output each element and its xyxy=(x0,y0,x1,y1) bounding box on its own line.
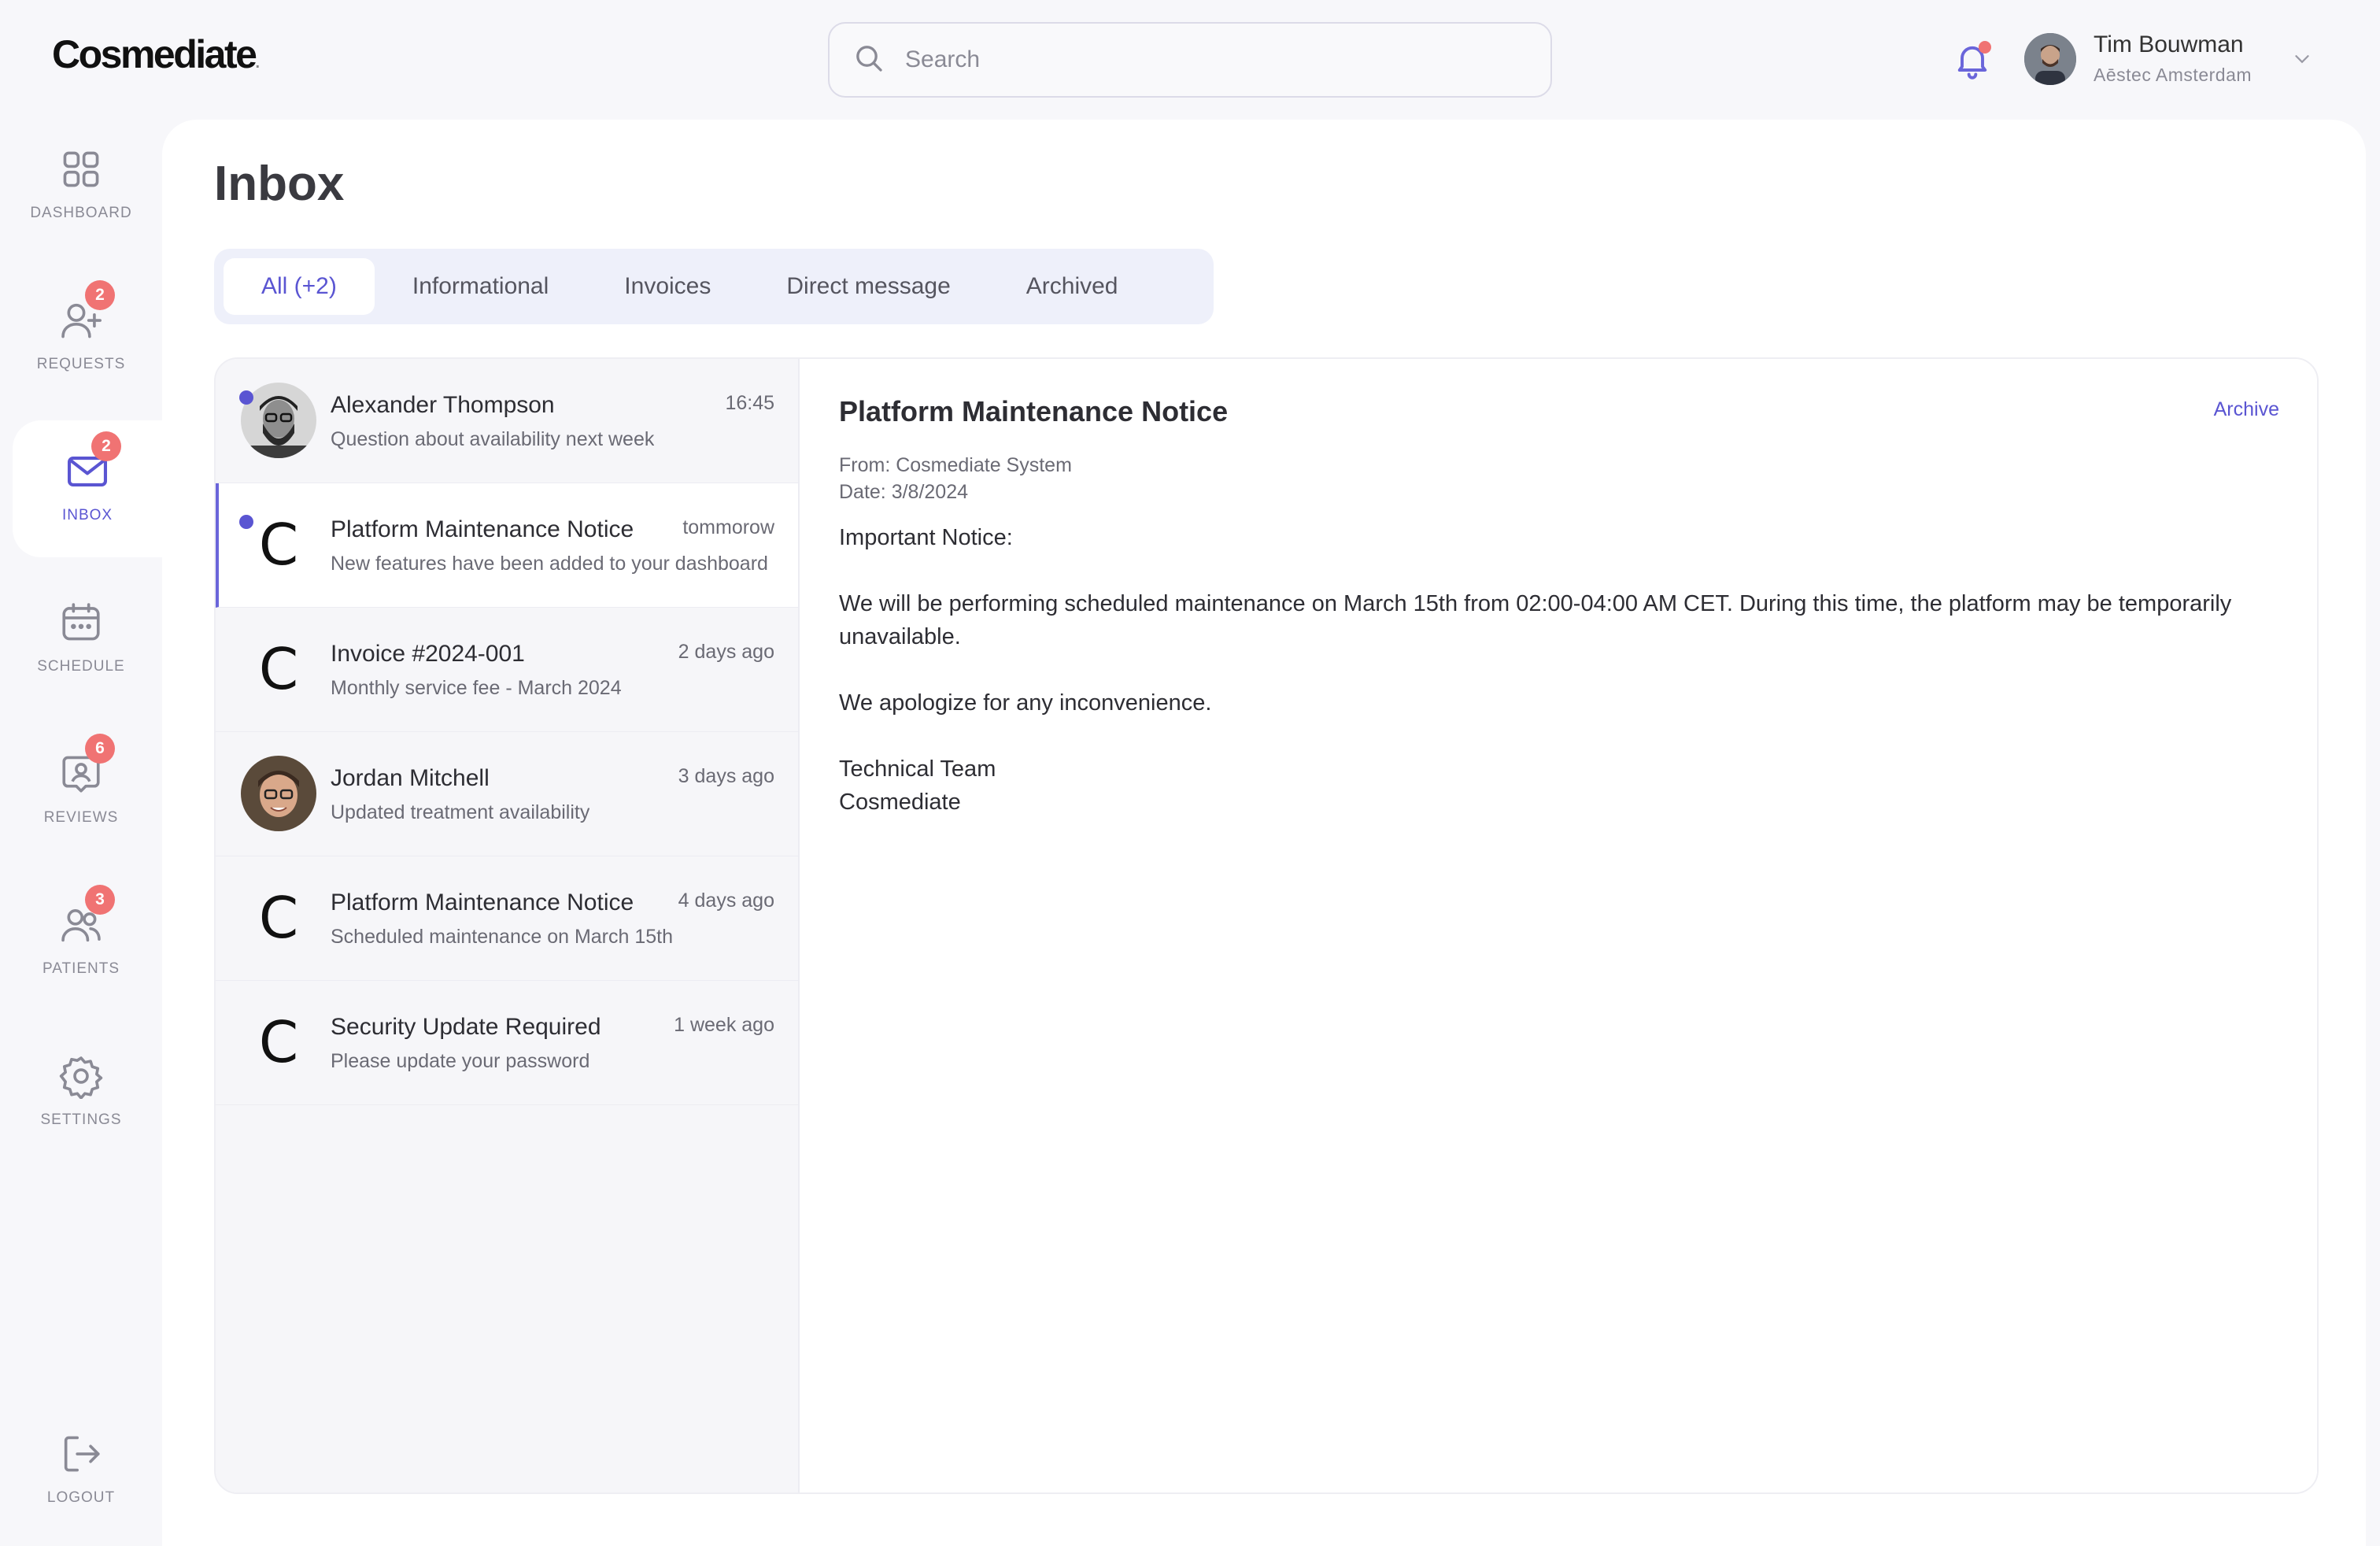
unread-indicator xyxy=(239,515,253,529)
inbox-panel: Alexander Thompson Question about availa… xyxy=(214,357,2319,1494)
sidebar-item-label: SETTINGS xyxy=(40,1111,122,1128)
unread-indicator xyxy=(239,390,253,405)
tab-informational[interactable]: Informational xyxy=(375,258,586,315)
page-title: Inbox xyxy=(214,157,345,211)
gear-icon xyxy=(58,1053,104,1100)
message-time: 4 days ago xyxy=(678,890,774,912)
message-item[interactable]: Jordan Mitchell Updated treatment availa… xyxy=(216,732,798,856)
message-sender: Alexander Thompson xyxy=(331,392,555,418)
chevron-down-icon[interactable] xyxy=(2290,47,2314,71)
inbox-tabs: All (+2) Informational Invoices Direct m… xyxy=(214,249,1214,324)
mail-icon: 2 xyxy=(65,431,121,494)
sidebar-item-reviews[interactable]: 6 REVIEWS xyxy=(0,723,162,860)
message-sender: Platform Maintenance Notice xyxy=(331,890,634,915)
sidebar-item-requests[interactable]: 2 REQUESTS xyxy=(0,269,162,406)
search-box[interactable] xyxy=(828,22,1552,98)
patients-badge: 3 xyxy=(85,885,115,915)
brand-logo[interactable]: Cosmediate. xyxy=(52,31,260,77)
sidebar-item-label: REQUESTS xyxy=(36,356,126,372)
message-detail: Platform Maintenance Notice Archive From… xyxy=(801,359,2317,1492)
sidebar-item-label: SCHEDULE xyxy=(37,658,125,675)
message-meta: From: Cosmediate System Date: 3/8/2024 xyxy=(839,452,2279,505)
sidebar-item-dashboard[interactable]: DASHBOARD xyxy=(0,118,162,255)
message-sender: Platform Maintenance Notice xyxy=(331,516,634,542)
message-preview: Question about availability next week xyxy=(331,428,655,450)
sidebar-item-label: DASHBOARD xyxy=(30,205,132,221)
avatar: C xyxy=(258,885,299,951)
tab-direct-message[interactable]: Direct message xyxy=(748,258,988,315)
sidebar-item-inbox[interactable]: 2 INBOX xyxy=(13,420,162,557)
message-item[interactable]: C Platform Maintenance Notice Scheduled … xyxy=(216,856,798,981)
users-icon: 3 xyxy=(58,885,115,948)
user-name[interactable]: Tim Bouwman xyxy=(2094,31,2244,58)
message-item-selected[interactable]: C Platform Maintenance Notice New featur… xyxy=(216,483,798,608)
user-organization: Aēstec Amsterdam xyxy=(2094,65,2252,85)
notification-dot xyxy=(1979,41,1991,54)
avatar: C xyxy=(258,1009,299,1075)
message-item[interactable]: C Security Update Required Please update… xyxy=(216,981,798,1105)
message-preview: Updated treatment availability xyxy=(331,801,590,823)
message-sender: Invoice #2024-001 xyxy=(331,641,525,667)
message-time: 3 days ago xyxy=(678,765,774,787)
message-date: Date: 3/8/2024 xyxy=(839,481,969,503)
search-input[interactable] xyxy=(905,46,1519,73)
message-paragraph: We will be performing scheduled maintena… xyxy=(839,591,2232,649)
message-signature-team: Technical Team xyxy=(839,756,996,782)
message-body: Important Notice: We will be performing … xyxy=(839,521,2279,819)
message-heading: Important Notice: xyxy=(839,525,1013,550)
sidebar-item-schedule[interactable]: SCHEDULE xyxy=(0,571,162,708)
search-icon xyxy=(853,43,885,78)
message-paragraph: We apologize for any inconvenience. xyxy=(839,690,1212,716)
reviews-badge: 6 xyxy=(85,734,115,764)
sidebar-item-label: PATIENTS xyxy=(42,960,120,977)
message-time: tommorow xyxy=(682,516,774,538)
message-preview: New features have been added to your das… xyxy=(331,553,768,575)
message-signature-company: Cosmediate xyxy=(839,790,961,815)
message-preview: Monthly service fee - March 2024 xyxy=(331,677,622,699)
sidebar-item-label: REVIEWS xyxy=(43,809,119,826)
user-avatar[interactable] xyxy=(2024,33,2076,85)
calendar-icon xyxy=(58,600,104,645)
tab-archived[interactable]: Archived xyxy=(989,258,1156,315)
message-sender: Security Update Required xyxy=(331,1014,601,1040)
tab-all[interactable]: All (+2) xyxy=(224,258,375,315)
sidebar: DASHBOARD 2 REQUESTS 2 INBOX SCHEDULE 6 … xyxy=(0,118,162,1546)
sidebar-item-settings[interactable]: SETTINGS xyxy=(0,1025,162,1162)
avatar: C xyxy=(258,636,299,702)
main-content: Inbox All (+2) Informational Invoices Di… xyxy=(162,120,2366,1546)
message-list: Alexander Thompson Question about availa… xyxy=(216,359,800,1492)
message-item[interactable]: Alexander Thompson Question about availa… xyxy=(216,359,798,483)
message-time: 1 week ago xyxy=(674,1014,774,1036)
sidebar-item-patients[interactable]: 3 PATIENTS xyxy=(0,874,162,1011)
sidebar-item-label: INBOX xyxy=(61,507,113,523)
tab-invoices[interactable]: Invoices xyxy=(586,258,748,315)
user-plus-icon: 2 xyxy=(58,280,115,343)
notifications-button[interactable] xyxy=(1952,39,1993,80)
logout-icon xyxy=(58,1431,104,1477)
grid-icon xyxy=(58,146,104,192)
inbox-badge: 2 xyxy=(91,431,121,461)
bell-icon xyxy=(1952,46,1993,83)
message-time: 2 days ago xyxy=(678,641,774,663)
review-icon: 6 xyxy=(58,734,115,797)
archive-button[interactable]: Archive xyxy=(2214,398,2279,421)
message-preview: Scheduled maintenance on March 15th xyxy=(331,926,674,948)
logout-button[interactable]: LOGOUT xyxy=(0,1403,162,1540)
logout-label: LOGOUT xyxy=(46,1489,116,1506)
message-preview: Please update your password xyxy=(331,1050,590,1072)
message-sender: Jordan Mitchell xyxy=(331,765,490,791)
message-from: From: Cosmediate System xyxy=(839,454,1072,476)
avatar xyxy=(241,756,316,831)
requests-badge: 2 xyxy=(85,280,115,310)
message-title: Platform Maintenance Notice xyxy=(839,395,1229,427)
message-item[interactable]: C Invoice #2024-001 Monthly service fee … xyxy=(216,608,798,732)
message-time: 16:45 xyxy=(725,392,774,414)
